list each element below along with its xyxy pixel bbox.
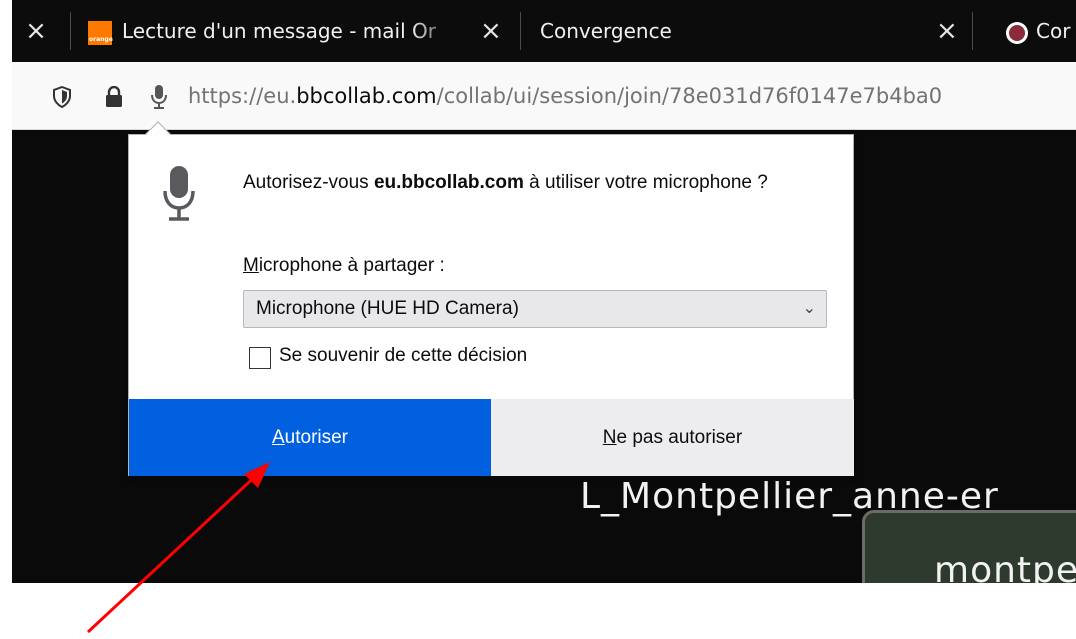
tab-separator xyxy=(70,12,71,50)
allow-button[interactable]: Autoriser xyxy=(129,399,491,476)
lock-icon[interactable] xyxy=(104,85,124,112)
tab-mail[interactable]: orange Lecture d'un message - mail Or × xyxy=(88,0,518,62)
close-icon[interactable]: × xyxy=(936,17,958,45)
close-icon[interactable]: × xyxy=(22,17,50,45)
deny-button[interactable]: Ne pas autoriser xyxy=(491,399,854,476)
site-favicon-icon xyxy=(1006,22,1028,44)
url-bar[interactable]: https://eu.bbcollab.com/collab/ui/sessio… xyxy=(12,62,1076,130)
tab-title: Lecture d'un message - mail Or xyxy=(122,19,436,43)
microphone-icon[interactable] xyxy=(150,84,168,114)
shield-icon[interactable] xyxy=(52,85,72,112)
close-icon[interactable]: × xyxy=(480,17,502,45)
tab-third[interactable]: Cor xyxy=(1006,0,1076,62)
share-label: Microphone à partager : xyxy=(243,255,445,276)
url-text[interactable]: https://eu.bbcollab.com/collab/ui/sessio… xyxy=(188,82,942,110)
remember-checkbox[interactable] xyxy=(249,347,271,369)
tab-separator xyxy=(520,12,521,50)
microphone-select[interactable]: Microphone (HUE HD Camera) ⌄ xyxy=(243,290,827,328)
tab-convergence[interactable]: Convergence × xyxy=(540,0,960,62)
selected-device: Microphone (HUE HD Camera) xyxy=(256,298,519,319)
chevron-down-icon: ⌄ xyxy=(802,300,816,317)
permission-message: Autorisez-vous eu.bbcollab.com à utilise… xyxy=(243,172,768,193)
microphone-icon xyxy=(163,165,195,227)
remember-label: Se souvenir de cette décision xyxy=(279,345,528,366)
orange-favicon-icon: orange xyxy=(88,21,113,45)
tab-title: Convergence xyxy=(540,19,672,43)
tile-label: montpe xyxy=(934,550,1076,583)
permission-popup: Autorisez-vous eu.bbcollab.com à utilise… xyxy=(128,121,854,476)
tab-bar: × orange Lecture d'un message - mail Or … xyxy=(12,0,1076,62)
tab-separator xyxy=(972,12,973,50)
tab-title: Cor xyxy=(1036,19,1071,43)
